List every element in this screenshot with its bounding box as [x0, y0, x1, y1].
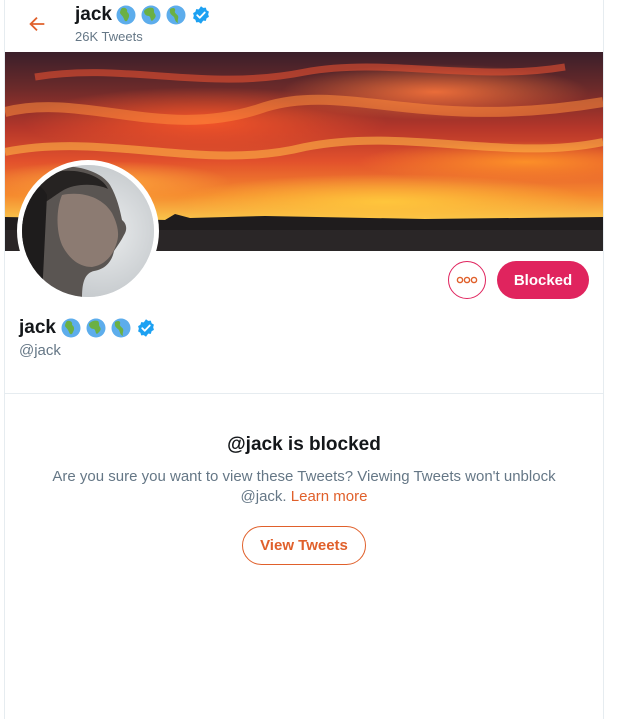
view-tweets-button[interactable]: View Tweets [242, 526, 366, 565]
learn-more-link[interactable]: Learn more [291, 488, 368, 505]
tweet-count: 26K Tweets [75, 29, 143, 44]
verified-badge-icon [193, 6, 209, 24]
profile-handle: @jack [19, 342, 61, 359]
arrow-left-icon [29, 16, 45, 32]
profile-name-row: jack [19, 316, 156, 340]
header-name: jack [75, 4, 112, 25]
profile-header: jack 26K Tweets [5, 0, 603, 52]
profile-photo [22, 165, 154, 297]
globe-europe-icon [141, 5, 161, 25]
back-button[interactable] [23, 10, 51, 38]
verified-badge-icon [138, 319, 154, 337]
profile-name: jack [19, 317, 56, 338]
globe-africa-icon [116, 5, 136, 25]
globe-africa-icon [61, 318, 81, 338]
header-name-row: jack [75, 3, 211, 27]
globe-europe-icon [86, 318, 106, 338]
more-options-icon [456, 276, 478, 284]
blocked-button[interactable]: Blocked [497, 261, 589, 299]
globe-americas-icon [166, 5, 186, 25]
blocked-title: @jack is blocked [227, 434, 381, 455]
profile-column: jack 26K Tweets Blocked jack @jack @jack… [4, 0, 604, 719]
section-divider [5, 393, 603, 394]
more-options-button[interactable] [448, 261, 486, 299]
profile-avatar[interactable] [17, 160, 159, 302]
globe-americas-icon [111, 318, 131, 338]
blocked-description: Are you sure you want to view these Twee… [35, 467, 573, 507]
